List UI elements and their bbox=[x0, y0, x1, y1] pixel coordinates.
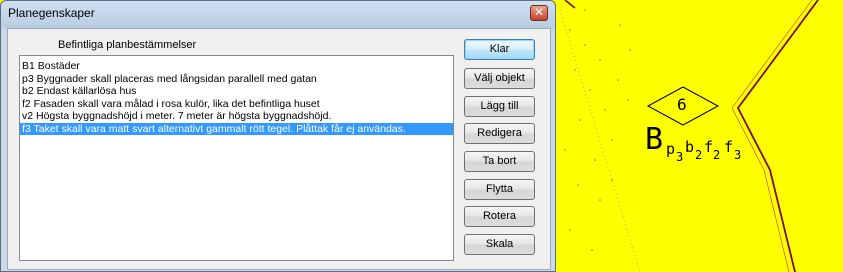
select-object-button[interactable]: Välj objekt bbox=[464, 68, 535, 89]
edit-button[interactable]: Redigera bbox=[464, 123, 535, 144]
dialog-title: Planegenskaper bbox=[8, 6, 95, 20]
close-button[interactable]: ✕ bbox=[530, 5, 548, 21]
area-number-label: 6 bbox=[677, 95, 687, 114]
list-item[interactable]: v2 Högsta byggnadshöjd i meter. 7 meter … bbox=[20, 110, 453, 123]
plan-label-code-3: 3 bbox=[676, 150, 684, 164]
plan-label-code-f: f bbox=[704, 138, 714, 156]
plan-label-code-2: 2 bbox=[695, 148, 703, 162]
regulations-listbox[interactable]: B1 Bostäder p3 Byggnader skall placeras … bbox=[19, 55, 454, 261]
existing-regulations-label: Befintliga planbestämmelser bbox=[58, 39, 197, 51]
rotate-button[interactable]: Rotera bbox=[464, 206, 535, 227]
plan-label-code-3b: 3 bbox=[734, 148, 742, 162]
list-item[interactable]: p3 Byggnader skall placeras med långsida… bbox=[20, 73, 453, 86]
list-item[interactable]: B1 Bostäder bbox=[20, 60, 453, 73]
plan-properties-dialog: Planegenskaper ✕ Befintliga planbestämme… bbox=[0, 0, 556, 272]
plan-label-code-2b: 2 bbox=[713, 148, 721, 162]
dialog-client-area: Befintliga planbestämmelser B1 Bostäder … bbox=[7, 28, 551, 270]
move-button[interactable]: Flytta bbox=[464, 179, 535, 200]
plan-label-code-p: p bbox=[666, 140, 676, 158]
list-item[interactable]: f2 Fasaden skall vara målad i rosa kulör… bbox=[20, 98, 453, 111]
klar-button[interactable]: Klar bbox=[464, 39, 535, 60]
plan-label-code-f2: f bbox=[724, 138, 734, 156]
add-button[interactable]: Lägg till bbox=[464, 96, 535, 117]
list-item-selected[interactable]: f3 Taket skall vara matt svart alternati… bbox=[20, 122, 453, 135]
plan-label-main: B bbox=[645, 122, 664, 157]
plan-label-code-b: b bbox=[685, 138, 695, 156]
delete-button[interactable]: Ta bort bbox=[464, 151, 535, 172]
scale-button[interactable]: Skala bbox=[464, 234, 535, 255]
dialog-titlebar[interactable]: Planegenskaper ✕ bbox=[1, 1, 555, 28]
list-item[interactable]: b2 Endast källarlösa hus bbox=[20, 85, 453, 98]
close-icon: ✕ bbox=[533, 5, 545, 19]
